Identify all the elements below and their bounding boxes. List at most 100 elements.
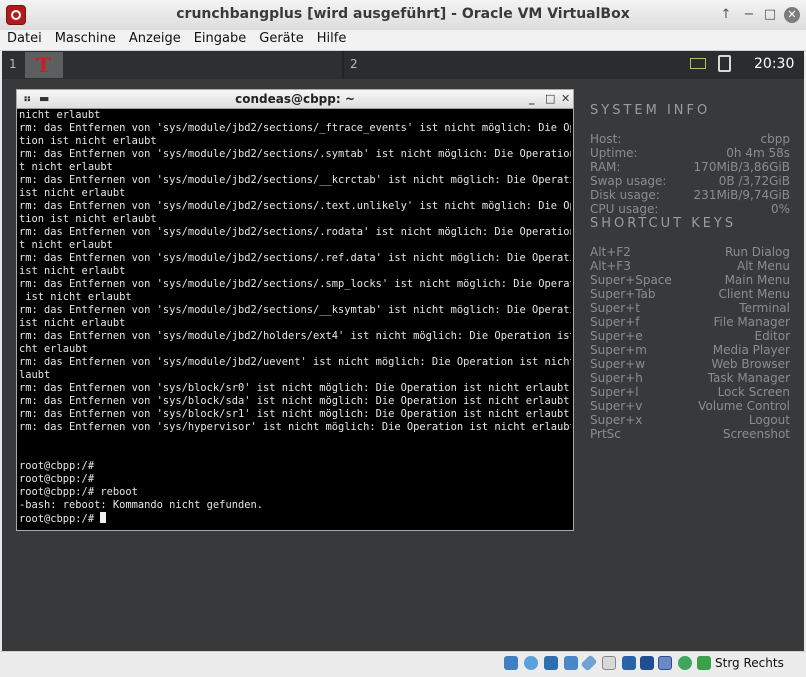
system-info-row: Host:cbpp [590, 132, 790, 146]
terminal-line: rm: das Entfernen von 'sys/block/sr0' is… [19, 382, 571, 395]
terminal-line: rm: das Entfernen von 'sys/module/jbd2/s… [19, 304, 571, 317]
menu-geraete[interactable]: Geräte [252, 30, 309, 46]
cpu-activity-icon[interactable] [658, 656, 672, 670]
conky-panel: SYSTEM INFO Host:cbppUptime:0h 4m 58sRAM… [590, 103, 790, 441]
shortcut-row: Super+m Media Player [590, 343, 790, 357]
terminal-prompt-line[interactable]: root@cbpp:/# [19, 512, 571, 525]
system-info-row: Disk usage: 231MiB/9,74GiB [590, 188, 790, 202]
menu-bar: DateiMaschineAnzeigeEingabeGeräteHilfe [0, 30, 806, 51]
audio-icon[interactable] [544, 656, 558, 670]
system-info-list: Host:cbppUptime:0h 4m 58sRAM:170MiB/3,86… [590, 132, 790, 216]
menu-eingabe[interactable]: Eingabe [187, 30, 253, 46]
terminal-line: t nicht erlaubt [19, 239, 571, 252]
terminal-line: rm: das Entfernen von 'sys/module/jbd2/s… [19, 174, 571, 187]
terminal-line: rm: das Entfernen von 'sys/module/jbd2/u… [19, 356, 571, 369]
shortcut-key: Alt+F3 [590, 259, 631, 273]
workspace-2-number: 2 [350, 57, 358, 71]
shortcut-key: Super+f [590, 315, 639, 329]
host-key-icon[interactable] [697, 656, 711, 670]
maximize-icon[interactable]: □ [762, 7, 778, 23]
shared-folders-icon[interactable] [602, 656, 616, 670]
hard-disk-icon[interactable] [504, 656, 518, 670]
shortcut-action: Logout [749, 413, 790, 427]
shortcut-key: Super+l [590, 385, 639, 399]
terminal-maximize-icon[interactable]: □ [545, 90, 555, 108]
shortcut-action: Editor [754, 329, 790, 343]
shortcut-key: Super+h [590, 371, 643, 385]
system-info-value: 0B /3,72GiB [719, 174, 790, 188]
clipboard-icon[interactable] [718, 55, 731, 72]
terminal-line: rm: das Entfernen von 'sys/hypervisor' i… [19, 421, 571, 434]
system-info-value: cbpp [761, 132, 790, 146]
menu-hilfe[interactable]: Hilfe [310, 30, 353, 46]
system-info-label: Uptime: [590, 146, 638, 160]
terminal-line: rm: das Entfernen von 'sys/module/jbd2/h… [19, 330, 571, 343]
workspace-1-number: 1 [9, 57, 17, 71]
video-capture-icon[interactable] [640, 656, 654, 670]
shortcut-key: Super+m [590, 343, 647, 357]
terminal-line: cht erlaubt [19, 343, 571, 356]
terminal-title-bar[interactable]: ⠶ ▬ condeas@cbpp: ~ _ □ ✕ [17, 90, 573, 109]
status-bar: Strg Rechts [0, 651, 806, 677]
battery-icon[interactable] [690, 58, 706, 69]
system-info-label: Swap usage: [590, 174, 666, 188]
system-info-value: 170MiB/3,86GiB [694, 160, 790, 174]
close-icon[interactable]: ✕ [784, 7, 800, 23]
terminal-line: rm: das Entfernen von 'sys/block/sr1' is… [19, 408, 571, 421]
clock: 20:30 [754, 56, 794, 72]
terminal-window[interactable]: ⠶ ▬ condeas@cbpp: ~ _ □ ✕ nicht erlaubtr… [16, 89, 574, 531]
system-info-value: 231MiB/9,74GiB [694, 188, 790, 202]
terminal-line: rm: das Entfernen von 'sys/module/jbd2/s… [19, 226, 571, 239]
mouse-integration-icon[interactable] [678, 656, 692, 670]
terminal-menu-icon[interactable]: ⠶ [23, 90, 32, 108]
shortcut-key: PrtSc [590, 427, 621, 441]
network-icon[interactable] [564, 656, 578, 670]
minimize-icon[interactable]: − [741, 7, 757, 23]
title-bar: crunchbangplus [wird ausgeführt] - Oracl… [0, 0, 806, 31]
task-thumbnail-icon: T [36, 53, 51, 77]
shortcut-key: Super+x [590, 413, 642, 427]
shortcut-key: Super+v [590, 399, 642, 413]
workspace-1[interactable]: 1 T [2, 51, 342, 79]
shortcut-row: Super+v Volume Control [590, 399, 790, 413]
display-icon[interactable] [622, 656, 636, 670]
terminal-line: ist nicht erlaubt [19, 265, 571, 278]
system-info-label: CPU usage: [590, 202, 658, 216]
menu-datei[interactable]: Datei [0, 30, 48, 46]
keep-above-icon[interactable]: ↑ [718, 7, 734, 23]
shortcut-key: Super+Space [590, 273, 672, 287]
usb-icon[interactable] [581, 655, 598, 672]
terminal-close-icon[interactable]: ✕ [561, 90, 570, 108]
shortcut-action: Main Menu [725, 273, 790, 287]
terminal-minimize-icon[interactable]: _ [529, 90, 535, 108]
shortcut-row: Alt+F2Run Dialog [590, 245, 790, 259]
workspace-2[interactable]: 2 [344, 51, 804, 79]
menu-anzeige[interactable]: Anzeige [122, 30, 187, 46]
terminal-cursor [100, 512, 106, 523]
window-title: crunchbangplus [wird ausgeführt] - Oracl… [0, 6, 806, 22]
system-info-row: Uptime:0h 4m 58s [590, 146, 790, 160]
shortcut-action: Web Browser [711, 357, 790, 371]
system-info-row: CPU usage:0% [590, 202, 790, 216]
terminal-line: tion ist nicht erlaubt [19, 135, 571, 148]
shortcut-row: PrtScScreenshot [590, 427, 790, 441]
terminal-line: rm: das Entfernen von 'sys/module/jbd2/s… [19, 278, 571, 291]
optical-drive-icon[interactable] [524, 656, 538, 670]
task-thumbnail[interactable]: T [25, 52, 63, 78]
terminal-shade-icon[interactable]: ▬ [39, 90, 49, 108]
shortcut-key: Alt+F2 [590, 245, 631, 259]
shortcut-action: Media Player [713, 343, 790, 357]
shortcut-action: Lock Screen [718, 385, 790, 399]
terminal-line: ist nicht erlaubt [19, 291, 571, 304]
shortcut-keys-list: Alt+F2Run DialogAlt+F3Alt MenuSuper+Spac… [590, 245, 790, 441]
shortcut-action: Volume Control [698, 399, 790, 413]
terminal-output[interactable]: nicht erlaubtrm: das Entfernen von 'sys/… [19, 109, 571, 529]
shortcut-action: Terminal [739, 301, 790, 315]
system-info-label: Disk usage: [590, 188, 660, 202]
terminal-line: rm: das Entfernen von 'sys/module/jbd2/s… [19, 122, 571, 135]
guest-display[interactable]: 1 T 2 20:30 SYSTEM INFO Host:cbppUptime:… [2, 51, 804, 651]
terminal-line [19, 447, 571, 460]
menu-maschine[interactable]: Maschine [48, 30, 122, 46]
shortcut-keys-title: SHORTCUT KEYS [590, 216, 790, 231]
terminal-line: laubt [19, 369, 571, 382]
